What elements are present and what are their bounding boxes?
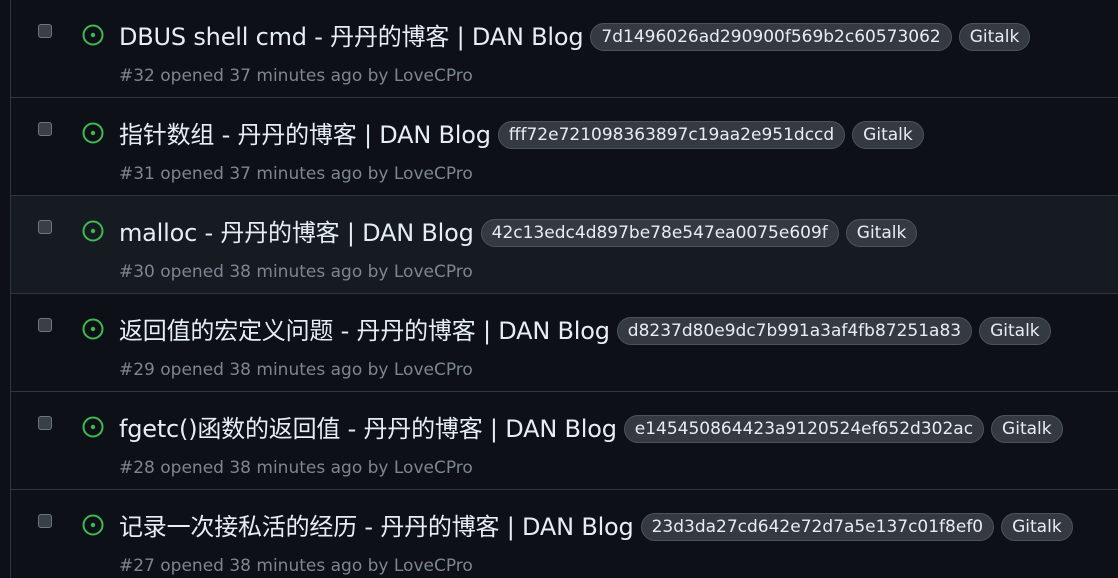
issue-label[interactable]: Gitalk <box>958 23 1031 51</box>
issue-label[interactable]: Gitalk <box>979 317 1051 345</box>
issue-opened-icon <box>82 318 104 340</box>
select-issue-checkbox[interactable] <box>38 24 52 38</box>
issue-opened-icon <box>82 122 104 144</box>
issue-meta: #29 opened 38 minutes ago by LoveCPro <box>119 360 473 380</box>
select-issue-checkbox[interactable] <box>38 416 52 430</box>
issue-label[interactable]: Gitalk <box>852 121 924 149</box>
issue-meta: #32 opened 37 minutes ago by LoveCPro <box>119 66 473 86</box>
issue-label[interactable]: e145450864423a9120524ef652d302ac <box>623 415 985 443</box>
issue-title-link[interactable]: fgetc()函数的返回值 - 丹丹的博客 | DAN Blog <box>119 411 617 447</box>
issue-label[interactable]: Gitalk <box>845 219 918 247</box>
issue-title-link[interactable]: 返回值的宏定义问题 - 丹丹的博客 | DAN Blog <box>119 313 610 349</box>
issue-row: 指针数组 - 丹丹的博客 | DAN Blog fff72e7210983638… <box>11 98 1118 196</box>
issue-meta: #27 opened 38 minutes ago by LoveCPro <box>119 556 473 576</box>
issue-title-line: 指针数组 - 丹丹的博客 | DAN Blog fff72e7210983638… <box>119 116 924 154</box>
issue-opened-icon <box>82 514 104 536</box>
issue-label[interactable]: Gitalk <box>991 415 1063 443</box>
select-issue-checkbox[interactable] <box>38 318 52 332</box>
issue-title-line: fgetc()函数的返回值 - 丹丹的博客 | DAN Blog e145450… <box>119 410 1063 448</box>
issue-title-line: malloc - 丹丹的博客 | DAN Blog 42c13edc4d897b… <box>119 214 918 252</box>
issue-opened-icon <box>82 24 104 46</box>
select-issue-checkbox[interactable] <box>38 122 52 136</box>
issue-title-link[interactable]: 记录一次接私活的经历 - 丹丹的博客 | DAN Blog <box>119 509 634 545</box>
issue-row: 返回值的宏定义问题 - 丹丹的博客 | DAN Blog d8237d80e9d… <box>11 294 1118 392</box>
issue-list: DBUS shell cmd - 丹丹的博客 | DAN Blog 7d1496… <box>10 0 1118 578</box>
issue-label[interactable]: fff72e721098363897c19aa2e951dccd <box>497 121 846 149</box>
issue-title-line: 记录一次接私活的经历 - 丹丹的博客 | DAN Blog 23d3da27cd… <box>119 508 1073 546</box>
issue-title-link[interactable]: malloc - 丹丹的博客 | DAN Blog <box>119 215 474 251</box>
select-issue-checkbox[interactable] <box>38 220 52 234</box>
issue-label[interactable]: Gitalk <box>1001 513 1073 541</box>
issue-meta: #30 opened 38 minutes ago by LoveCPro <box>119 262 473 282</box>
issue-label[interactable]: 7d1496026ad290900f569b2c60573062 <box>590 23 952 51</box>
issue-title-link[interactable]: DBUS shell cmd - 丹丹的博客 | DAN Blog <box>119 19 584 55</box>
issues-page: DBUS shell cmd - 丹丹的博客 | DAN Blog 7d1496… <box>0 0 1118 578</box>
issue-meta: #31 opened 37 minutes ago by LoveCPro <box>119 164 473 184</box>
issue-label[interactable]: 42c13edc4d897be78e547ea0075e609f <box>480 219 839 247</box>
issue-label[interactable]: d8237d80e9dc7b991a3af4fb87251a83 <box>616 317 973 345</box>
issue-title-link[interactable]: 指针数组 - 丹丹的博客 | DAN Blog <box>119 117 491 153</box>
issue-opened-icon <box>82 220 104 242</box>
issue-row: fgetc()函数的返回值 - 丹丹的博客 | DAN Blog e145450… <box>11 392 1118 490</box>
select-issue-checkbox[interactable] <box>38 514 52 528</box>
issue-meta: #28 opened 38 minutes ago by LoveCPro <box>119 458 473 478</box>
issue-row: 记录一次接私活的经历 - 丹丹的博客 | DAN Blog 23d3da27cd… <box>11 490 1118 578</box>
issue-label[interactable]: 23d3da27cd642e72d7a5e137c01f8ef0 <box>640 513 995 541</box>
issue-title-line: 返回值的宏定义问题 - 丹丹的博客 | DAN Blog d8237d80e9d… <box>119 312 1051 350</box>
issue-row: malloc - 丹丹的博客 | DAN Blog 42c13edc4d897b… <box>11 196 1118 294</box>
issue-title-line: DBUS shell cmd - 丹丹的博客 | DAN Blog 7d1496… <box>119 18 1031 56</box>
issue-opened-icon <box>82 416 104 438</box>
issue-row: DBUS shell cmd - 丹丹的博客 | DAN Blog 7d1496… <box>11 0 1118 98</box>
